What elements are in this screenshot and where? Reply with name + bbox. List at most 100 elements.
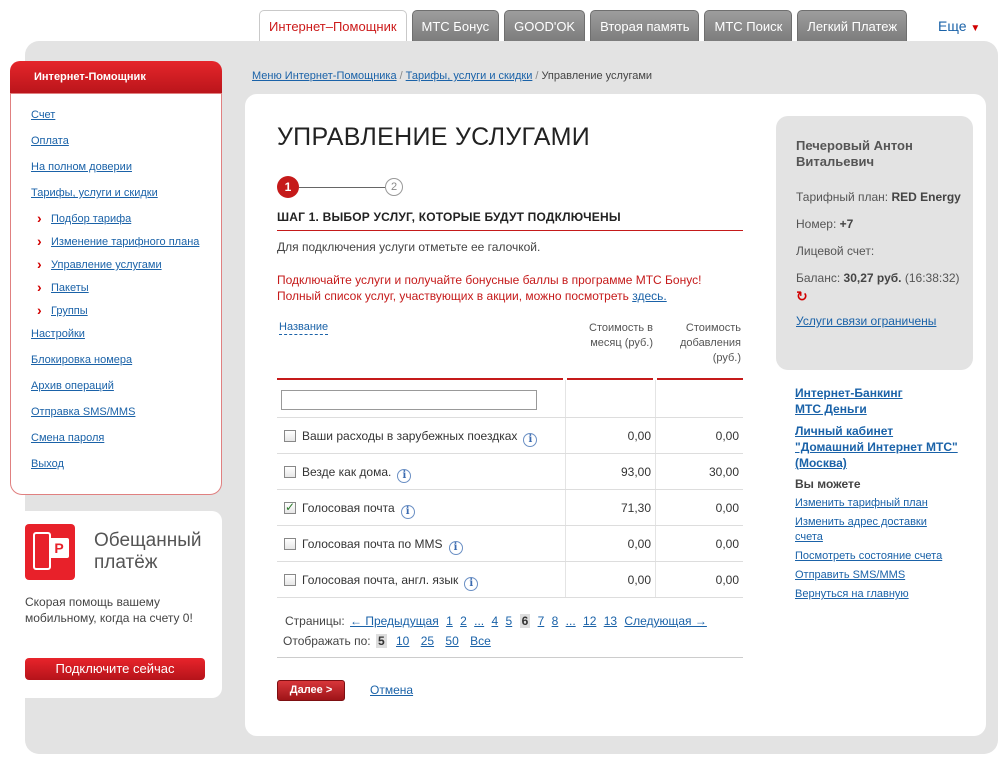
sidebar-link[interactable]: Архив операций	[31, 380, 114, 392]
sidebar-item-sms: Отправка SMS/MMS	[31, 406, 199, 432]
page-link[interactable]: 13	[604, 614, 617, 628]
sidebar-link[interactable]: Оплата	[31, 135, 69, 147]
tariff-info: Тарифный план: RED Energy	[796, 190, 961, 204]
top-tabs: Интернет–Помощник МТС Бонус GOOD'OK Втор…	[259, 10, 908, 43]
sidebar-item-block-number: Блокировка номера	[31, 354, 199, 380]
per-page-option[interactable]: 25	[421, 634, 434, 648]
internet-banking-link[interactable]: Интернет-Банкинг МТС Деньги	[795, 385, 985, 417]
bonus-list-link[interactable]: здесь.	[632, 289, 667, 303]
sidebar-link[interactable]: Пакеты	[51, 282, 89, 294]
home-internet-cabinet-link[interactable]: Личный кабинет "Домашний Интернет МТС" (…	[795, 423, 985, 471]
sidebar-link[interactable]: Группы	[51, 305, 88, 317]
bonus-line-2-text: Полный список услуг, участвующих в акции…	[277, 289, 629, 303]
tab-mts-search[interactable]: МТС Поиск	[704, 10, 793, 42]
breadcrumb-link[interactable]: Тарифы, услуги и скидки	[406, 70, 533, 82]
per-page-current: 5	[375, 634, 387, 648]
sidebar-link[interactable]: Подбор тарифа	[51, 213, 131, 225]
breadcrumb: Меню Интернет-Помощника / Тарифы, услуги и…	[252, 70, 652, 82]
page-link[interactable]: ...	[566, 614, 576, 628]
action-link-home[interactable]: Вернуться на главную	[795, 587, 985, 602]
sidebar-link[interactable]: Управление услугами	[51, 259, 162, 271]
more-tabs-label: Еще	[938, 18, 967, 34]
info-icon[interactable]: i	[464, 577, 479, 591]
service-status-link[interactable]: Услуги связи ограничены	[796, 314, 936, 328]
tab-internet-assistant[interactable]: Интернет–Помощник	[259, 10, 407, 43]
tab-second-memory[interactable]: Вторая память	[590, 10, 700, 42]
step-indicator: 1 2	[277, 176, 407, 198]
info-icon[interactable]: i	[397, 469, 412, 483]
step-heading: ШАГ 1. ВЫБОР УСЛУГ, КОТОРЫЕ БУДУТ ПОДКЛЮ…	[277, 210, 743, 231]
column-divider	[655, 454, 656, 489]
action-link-send-sms[interactable]: Отправить SMS/MMS	[795, 568, 985, 583]
sidebar-link[interactable]: На полном доверии	[31, 161, 132, 173]
sidebar-link[interactable]: Выход	[31, 458, 64, 470]
sidebar-link[interactable]: Смена пароля	[31, 432, 104, 444]
step-2: 2	[385, 178, 403, 196]
page-link[interactable]: 8	[552, 614, 559, 628]
phone-plus-icon: P	[25, 524, 75, 580]
prev-page-link[interactable]: ← Предыдущая	[350, 614, 439, 628]
action-link-change-address[interactable]: Изменить адрес доставки счета	[795, 515, 945, 545]
page-link[interactable]: 2	[460, 614, 467, 628]
sidebar-link[interactable]: Отправка SMS/MMS	[31, 406, 135, 418]
table-row: Голосовая почта i 71,30 0,00	[277, 490, 743, 526]
per-page-option[interactable]: 10	[396, 634, 409, 648]
tariff-label: Тарифный план:	[796, 190, 889, 204]
monthly-cost: 93,00	[620, 465, 651, 479]
bonus-notice: Подключайте услуги и получайте бонусные …	[277, 272, 747, 304]
add-cost: 0,00	[715, 501, 739, 515]
service-checkbox[interactable]	[284, 574, 296, 586]
page-link[interactable]: 4	[492, 614, 499, 628]
service-name-text: Ваши расходы в зарубежных поездках	[302, 429, 518, 443]
next-button[interactable]: Далее >	[277, 680, 345, 701]
column-divider	[655, 380, 656, 417]
action-link-change-tariff[interactable]: Изменить тарифный план	[795, 496, 985, 511]
service-name-text: Голосовая почта, англ. язык	[302, 573, 459, 587]
sidebar-link[interactable]: Блокировка номера	[31, 354, 132, 366]
tab-mts-bonus[interactable]: МТС Бонус	[411, 10, 500, 42]
service-checkbox[interactable]	[284, 538, 296, 550]
info-icon[interactable]: i	[400, 505, 415, 519]
service-filter-input[interactable]	[281, 390, 537, 410]
add-cost: 0,00	[715, 573, 739, 587]
column-divider	[655, 418, 656, 453]
breadcrumb-link[interactable]: Меню Интернет-Помощника	[252, 70, 397, 82]
page-link[interactable]: 1	[446, 614, 453, 628]
info-icon[interactable]: i	[448, 541, 463, 555]
tariff-value: RED Energy	[891, 190, 961, 204]
column-divider	[655, 562, 656, 597]
service-checkbox-checked[interactable]	[284, 500, 296, 514]
more-tabs-link[interactable]: Еще ▼	[938, 18, 980, 34]
connect-now-button[interactable]: Подключите сейчас	[25, 658, 205, 680]
sidebar-link[interactable]: Настройки	[31, 328, 85, 340]
tab-goodok[interactable]: GOOD'OK	[504, 10, 586, 42]
per-page-option[interactable]: Все	[470, 634, 491, 648]
action-link-account-status[interactable]: Посмотреть состояние счета	[795, 549, 985, 564]
sidebar-link[interactable]: Изменение тарифного плана	[51, 236, 199, 248]
service-checkbox[interactable]	[284, 430, 296, 442]
service-checkbox[interactable]	[284, 466, 296, 478]
monthly-cost: 0,00	[627, 573, 651, 587]
sidebar-link[interactable]: Счет	[31, 109, 55, 121]
page-link[interactable]: ...	[474, 614, 484, 628]
next-page-link[interactable]: Следующая →	[624, 614, 706, 628]
bonus-line-1: Подключайте услуги и получайте бонусные …	[277, 273, 702, 287]
per-page-option[interactable]: 50	[445, 634, 458, 648]
service-name: Голосовая почта i	[302, 501, 415, 519]
bonus-line-2: Полный список услуг, участвующих в акции…	[277, 288, 747, 304]
cancel-link[interactable]: Отмена	[370, 683, 413, 697]
service-name: Везде как дома. i	[302, 465, 412, 483]
refresh-icon[interactable]: ↻	[796, 288, 808, 305]
info-icon[interactable]: i	[523, 433, 538, 447]
column-divider	[565, 562, 566, 597]
column-divider	[565, 418, 566, 453]
page-link[interactable]: 12	[583, 614, 596, 628]
page-link[interactable]: 5	[506, 614, 513, 628]
promo-text: Скорая помощь вашему мобильному, когда н…	[25, 595, 193, 625]
sidebar-link[interactable]: Тарифы, услуги и скидки	[31, 187, 158, 199]
sort-by-name[interactable]: Название	[279, 321, 329, 335]
service-name-text: Везде как дома.	[302, 465, 392, 479]
sidebar-menu: Счет Оплата На полном доверии Тарифы, ус…	[10, 93, 222, 495]
page-link[interactable]: 7	[538, 614, 545, 628]
tab-easy-payment[interactable]: Легкий Платеж	[797, 10, 908, 42]
